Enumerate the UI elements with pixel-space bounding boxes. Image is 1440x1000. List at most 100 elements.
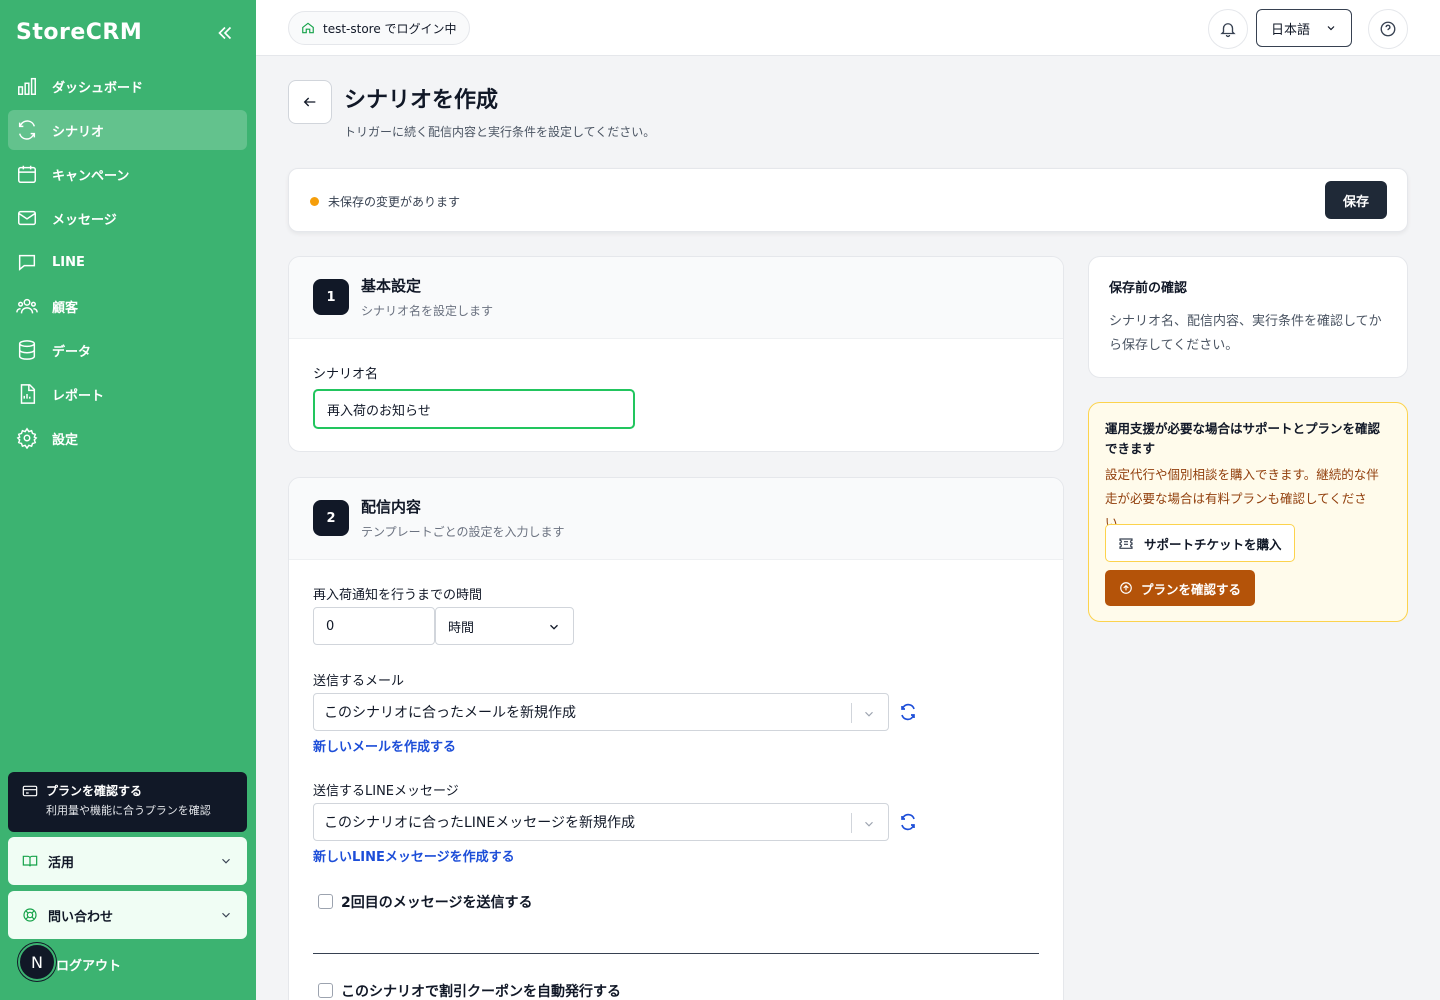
notifications-button[interactable] (1208, 9, 1248, 49)
buy-ticket-label: サポートチケットを購入 (1144, 536, 1282, 552)
chevron-down-icon (1327, 26, 1335, 31)
sidebar-nav: ダッシュボード シナリオ キャンペーン メッセージ LINE 顧客 データ レポ… (8, 66, 247, 462)
card-header: 1 基本設定 シナリオ名を設定します (289, 257, 1063, 339)
plan-card[interactable]: プランを確認する 利用量や機能に合うプランを確認 (8, 772, 247, 832)
line-select[interactable]: このシナリオに合ったLINEメッセージを新規作成 (313, 803, 889, 841)
sidebar-item-settings[interactable]: 設定 (8, 418, 247, 458)
sidebar-item-label: LINE (52, 254, 85, 270)
sidebar-item-data[interactable]: データ (8, 330, 247, 370)
gear-icon (16, 427, 38, 449)
buy-ticket-button[interactable]: サポートチケットを購入 (1105, 524, 1295, 562)
card-subtitle: テンプレートごとの設定を入力します (361, 525, 565, 539)
accordion-label: 問い合わせ (48, 909, 114, 925)
chevron-down-icon (222, 912, 230, 918)
card-title: 配信内容 (361, 498, 422, 516)
store-status-pill: test-store でログイン中 (288, 11, 470, 45)
line-label: 送信するLINEメッセージ (313, 784, 459, 799)
sidebar-item-line[interactable]: LINE (8, 242, 247, 282)
mail-label: 送信するメール (313, 674, 405, 689)
sidebar-item-reports[interactable]: レポート (8, 374, 247, 414)
language-value: 日本語 (1271, 22, 1311, 38)
sidebar-item-messages[interactable]: メッセージ (8, 198, 247, 238)
line-select-value: このシナリオに合ったLINEメッセージを新規作成 (324, 815, 635, 831)
sidebar-item-label: 顧客 (52, 300, 79, 316)
refresh-icon (18, 120, 36, 140)
credit-card-icon (22, 785, 38, 796)
sidebar-item-label: シナリオ (52, 124, 105, 140)
step-number: 1 (313, 279, 349, 315)
collapse-sidebar-icon[interactable] (214, 22, 236, 44)
step-number: 2 (313, 500, 349, 536)
sidebar-item-scenario[interactable]: シナリオ (8, 110, 247, 150)
users-icon (16, 298, 38, 314)
mail-icon (18, 210, 36, 226)
create-mail-link[interactable]: 新しいメールを作成する (313, 736, 456, 755)
delay-unit-select[interactable]: 時間 (435, 607, 574, 645)
card-header: 2 配信内容 テンプレートごとの設定を入力します (289, 478, 1063, 560)
check-plan-label: プランを確認する (1141, 581, 1242, 597)
sidebar-item-campaign[interactable]: キャンペーン (8, 154, 247, 194)
chevron-down-icon (865, 711, 873, 717)
refresh-icon[interactable] (899, 703, 917, 721)
back-button[interactable] (288, 80, 332, 124)
help-icon (1380, 21, 1396, 37)
chevron-down-icon (222, 858, 230, 864)
language-select[interactable]: 日本語 (1256, 9, 1352, 47)
avatar[interactable]: N (18, 943, 56, 981)
calendar-icon (18, 165, 36, 183)
card-title: 基本設定 (361, 277, 422, 295)
coupon-label[interactable]: このシナリオで割引クーポンを自動発行する (341, 981, 621, 1000)
accordion-usage[interactable]: 活用 (8, 837, 247, 885)
save-button[interactable]: 保存 (1325, 181, 1387, 219)
chat-icon (18, 254, 36, 271)
refresh-icon[interactable] (899, 813, 917, 831)
unsaved-indicator (310, 197, 319, 206)
accordion-label: 活用 (48, 855, 75, 871)
create-line-link[interactable]: 新しいLINEメッセージを作成する (313, 846, 515, 865)
scenario-name-label: シナリオ名 (313, 367, 379, 382)
chevron-down-icon (865, 821, 873, 827)
home-icon (302, 22, 314, 34)
plan-card-title: プランを確認する (46, 784, 143, 798)
mail-select-value: このシナリオに合ったメールを新規作成 (324, 705, 576, 721)
sidebar-item-label: メッセージ (52, 212, 117, 228)
sidebar: StoreCRM ダッシュボード シナリオ キャンペーン メッセージ LINE … (0, 0, 256, 1000)
delay-value-input[interactable]: 0 (313, 607, 435, 645)
sidebar-item-label: ダッシュボード (52, 80, 144, 96)
sidebar-item-label: レポート (52, 388, 105, 404)
sidebar-item-customers[interactable]: 顧客 (8, 286, 247, 326)
delay-label: 再入荷通知を行うまでの時間 (313, 588, 483, 603)
confirm-title: 保存前の確認 (1109, 281, 1188, 296)
delay-unit-value: 時間 (448, 620, 475, 636)
ticket-icon (1119, 538, 1133, 549)
scenario-name-input[interactable]: 再入荷のお知らせ (313, 389, 635, 429)
arrow-left-icon (303, 97, 316, 107)
book-icon (22, 855, 38, 867)
bar-chart-icon (18, 77, 36, 95)
mail-select[interactable]: このシナリオに合ったメールを新規作成 (313, 693, 889, 731)
brand-logo: StoreCRM (16, 20, 143, 45)
bell-icon (1220, 23, 1236, 38)
support-card: 運用支援が必要な場合はサポートとプランを確認できます 設定代行や個別相談を購入で… (1088, 402, 1408, 622)
coupon-checkbox[interactable] (318, 983, 333, 998)
unsaved-bar: 未保存の変更があります 保存 (288, 168, 1408, 232)
card-subtitle: シナリオ名を設定します (361, 304, 494, 318)
unsaved-text: 未保存の変更があります (328, 195, 461, 209)
lifebuoy-icon (23, 908, 37, 922)
page-subtitle: トリガーに続く配信内容と実行条件を設定してください。 (344, 125, 656, 139)
second-message-checkbox[interactable] (318, 894, 333, 909)
accordion-contact[interactable]: 問い合わせ (8, 891, 247, 939)
confirm-card: 保存前の確認 シナリオ名、配信内容、実行条件を確認してから保存してください。 (1088, 256, 1408, 378)
help-button[interactable] (1368, 9, 1408, 49)
sidebar-item-dashboard[interactable]: ダッシュボード (8, 66, 247, 106)
support-title: 運用支援が必要な場合はサポートとプランを確認できます (1105, 421, 1381, 456)
second-message-label[interactable]: 2回目のメッセージを送信する (341, 892, 532, 912)
check-plan-button[interactable]: プランを確認する (1105, 570, 1256, 606)
topbar: test-store でログイン中 日本語 (256, 0, 1440, 56)
select-separator (851, 813, 852, 833)
divider (313, 953, 1039, 954)
database-icon (18, 340, 36, 360)
confirm-body: シナリオ名、配信内容、実行条件を確認してから保存してください。 (1109, 314, 1382, 353)
logout-link[interactable]: ログアウト (56, 955, 121, 974)
report-icon (20, 384, 36, 404)
